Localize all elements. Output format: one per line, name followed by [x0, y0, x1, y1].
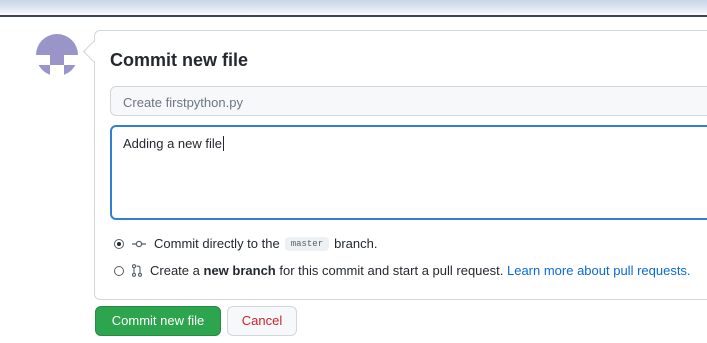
commit-directly-option[interactable]: Commit directly to the master branch.	[114, 236, 377, 251]
new-branch-suffix: for this commit and start a pull request…	[279, 263, 504, 278]
commit-title: Commit new file	[110, 50, 249, 70]
new-branch-option[interactable]: Create a new branch for this commit and …	[114, 263, 691, 278]
commit-directly-prefix: Commit directly to the	[154, 236, 280, 251]
new-branch-prefix: Create a	[150, 263, 200, 278]
commit-directly-suffix: branch.	[334, 236, 378, 251]
git-commit-icon	[132, 239, 146, 249]
commit-summary-placeholder: Create firstpython.py	[123, 95, 243, 110]
text-cursor	[223, 136, 225, 151]
avatar-identicon-block	[36, 34, 78, 55]
commit-summary-input[interactable]: Create firstpython.py	[110, 86, 707, 116]
commit-description-text: Adding a new file	[123, 136, 223, 151]
avatar-identicon-block	[64, 65, 78, 76]
top-page-shadow	[0, 0, 707, 16]
commit-new-file-button[interactable]: Commit new file	[95, 306, 221, 336]
new-branch-radio[interactable]	[114, 265, 124, 276]
cancel-button[interactable]: Cancel	[227, 306, 297, 336]
avatar-identicon-block	[36, 65, 50, 76]
learn-more-pull-requests-link[interactable]: Learn more about pull requests.	[507, 263, 691, 278]
branch-name-badge: master	[284, 236, 330, 251]
user-avatar[interactable]	[36, 34, 78, 76]
top-divider	[0, 15, 707, 17]
commit-description-textarea[interactable]: Adding a new file	[110, 125, 707, 220]
git-pull-request-icon	[132, 264, 142, 277]
new-branch-bold-text: new branch	[203, 263, 276, 278]
avatar-identicon-block	[50, 55, 64, 65]
commit-directly-radio[interactable]	[114, 238, 124, 249]
